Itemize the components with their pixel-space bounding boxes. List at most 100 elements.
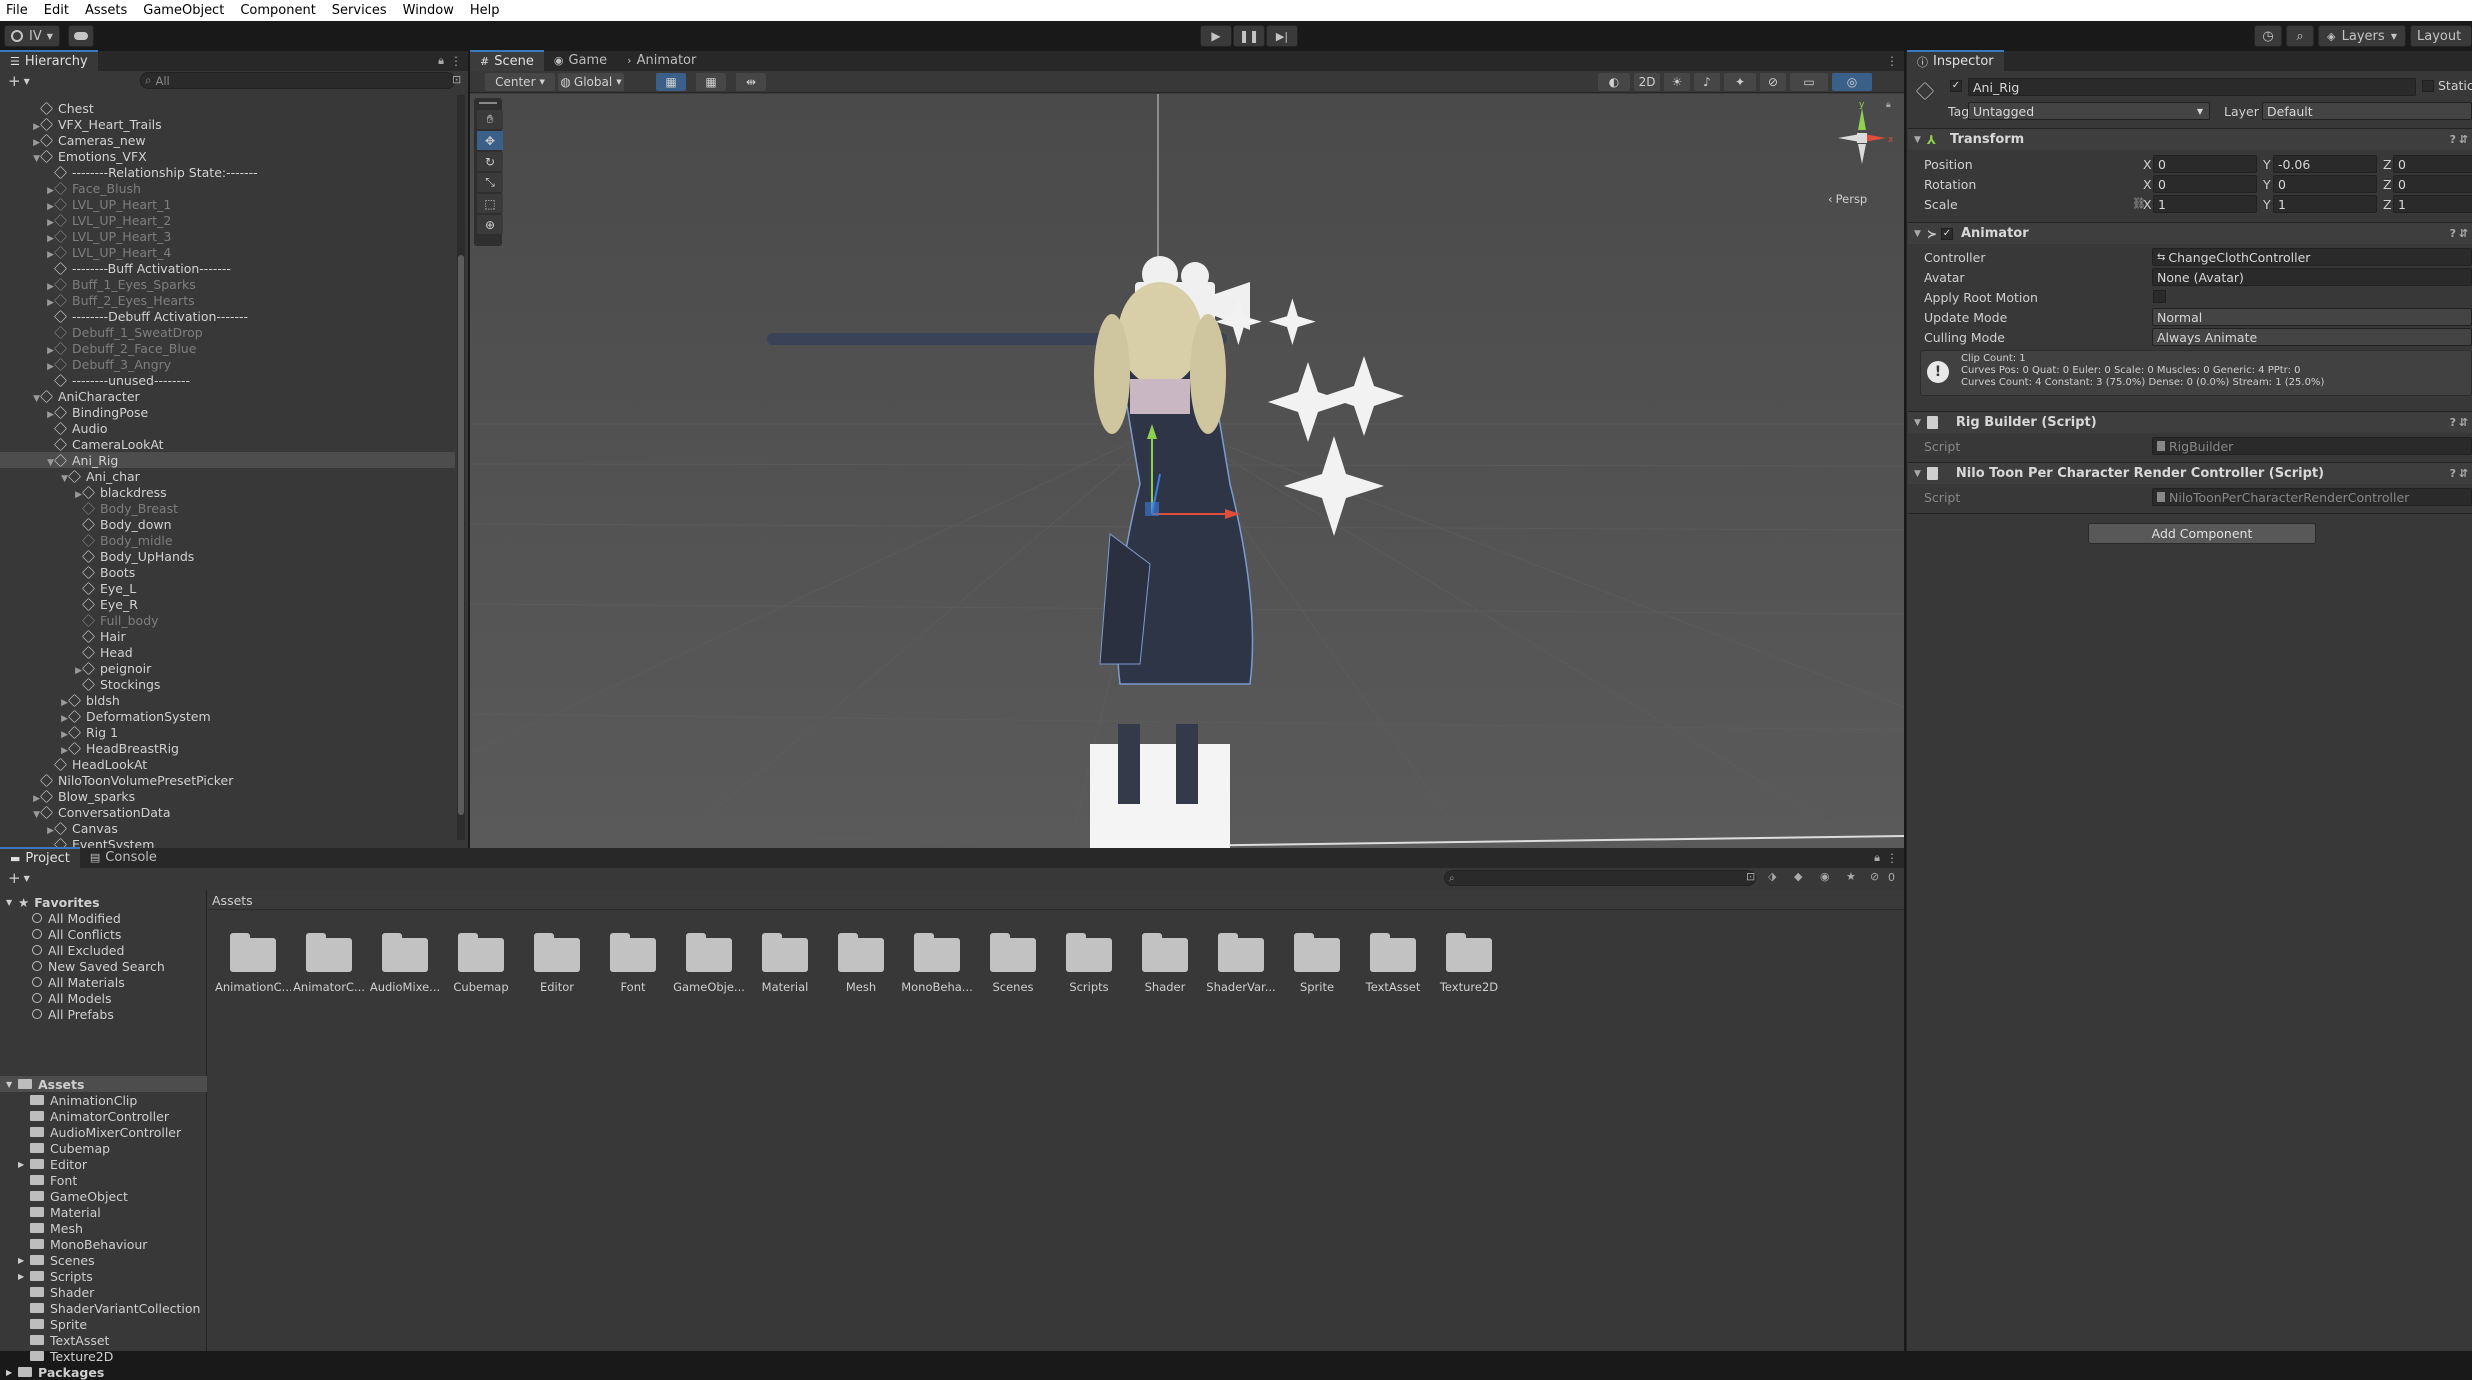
project-search-input[interactable]: ⌕ xyxy=(1444,870,1756,886)
position-y-field[interactable]: -0.06 xyxy=(2273,155,2377,173)
asset-tree-item[interactable]: ▶ Scripts xyxy=(0,1268,207,1284)
scene-visibility-icon[interactable]: ⊡ xyxy=(452,73,461,86)
move-tool[interactable]: ✥ xyxy=(477,131,503,150)
asset-folder-tile[interactable]: TextAsset xyxy=(1355,928,1431,998)
rotation-y-field[interactable]: 0 xyxy=(2273,175,2377,193)
asset-tree-item[interactable]: ShaderVariantCollection xyxy=(0,1300,207,1316)
expanded-arrow-icon[interactable]: ▼ xyxy=(6,898,18,907)
position-z-axis-label[interactable]: Z xyxy=(2383,157,2392,172)
hierarchy-row[interactable]: --------Relationship State:------- xyxy=(0,164,258,180)
add-icon[interactable]: + xyxy=(8,72,21,90)
help-icon[interactable]: ? xyxy=(2450,133,2456,146)
expanded-arrow-icon[interactable]: ▼ xyxy=(6,1080,18,1089)
add-component-button[interactable]: Add Component xyxy=(2088,523,2316,544)
collapsed-arrow-icon[interactable]: ▶ xyxy=(42,202,54,212)
collapsed-arrow-icon[interactable]: ▶ xyxy=(18,1256,30,1265)
collapsed-arrow-icon[interactable]: ▶ xyxy=(18,1272,30,1281)
menu-item-help[interactable]: Help xyxy=(470,3,500,18)
asset-tree-item[interactable]: AnimatorController xyxy=(0,1108,207,1124)
active-checkbox[interactable]: ✓ xyxy=(1950,80,1962,92)
favorite-item[interactable]: All Modified xyxy=(0,910,207,926)
scene-viewport[interactable]: ✋︎ ✥ ↻ ⤡ ⬚ ⊕ x y 🔒︎ ‹ Persp xyxy=(470,94,1904,848)
hierarchy-scroll-thumb[interactable] xyxy=(458,255,464,815)
layout-dropdown[interactable]: Layout xyxy=(2410,25,2472,47)
avatar-field[interactable]: None (Avatar) xyxy=(2152,268,2472,286)
hierarchy-row[interactable]: Body_midle xyxy=(0,532,173,548)
rotation-x-axis-label[interactable]: X xyxy=(2143,177,2152,192)
position-x-axis-label[interactable]: X xyxy=(2143,157,2152,172)
settings-icon[interactable]: ⇵ xyxy=(2459,416,2468,429)
hierarchy-row[interactable]: ▶ Cameras_new xyxy=(0,132,146,148)
asset-tree-item[interactable]: Sprite xyxy=(0,1316,207,1332)
position-y-axis-label[interactable]: Y xyxy=(2263,157,2271,172)
hierarchy-row[interactable]: Body_Breast xyxy=(0,500,178,516)
hierarchy-row[interactable]: HeadLookAt xyxy=(0,756,147,772)
increment-snap-button[interactable]: ▦ xyxy=(696,73,726,91)
transform-tool[interactable]: ⊕ xyxy=(477,215,503,234)
hierarchy-row[interactable]: CameraLookAt xyxy=(0,436,164,452)
hierarchy-row[interactable]: Audio xyxy=(0,420,108,436)
space-dropdown[interactable]: ◍ Global ▼ xyxy=(558,73,624,91)
animator-enabled-checkbox[interactable]: ✓ xyxy=(1940,227,1953,240)
hierarchy-row[interactable]: Body_down xyxy=(0,516,172,532)
draw-mode-button[interactable]: ◐ xyxy=(1598,73,1630,91)
hierarchy-row[interactable]: ▶ Blow_sparks xyxy=(0,788,135,804)
asset-folder-tile[interactable]: Texture2D xyxy=(1431,928,1507,998)
package-filter-icon[interactable]: ◉ xyxy=(1820,870,1830,883)
rotation-x-field[interactable]: 0 xyxy=(2153,175,2257,193)
collapsed-arrow-icon[interactable]: ▶ xyxy=(6,1368,18,1377)
cloud-button[interactable] xyxy=(68,25,94,47)
settings-icon[interactable]: ⇵ xyxy=(2459,133,2468,146)
collapsed-arrow-icon[interactable]: ▶ xyxy=(42,298,54,308)
collapsed-arrow-icon[interactable]: ▶ xyxy=(28,122,40,132)
asset-tree-item[interactable]: ▶ Scenes xyxy=(0,1252,207,1268)
scale-y-field[interactable]: 1 xyxy=(2273,195,2377,213)
hierarchy-row[interactable]: ▶ LVL_UP_Heart_2 xyxy=(0,212,171,228)
hierarchy-row[interactable]: Boots xyxy=(0,564,135,580)
more-options-icon[interactable]: ⋮ xyxy=(1886,851,1898,865)
hierarchy-scrollbar[interactable] xyxy=(457,95,465,840)
filter-label-icon[interactable]: ⬗ xyxy=(1768,870,1776,883)
asset-folder-tile[interactable]: Scripts xyxy=(1051,928,1127,998)
lighting-toggle[interactable]: ☀ xyxy=(1664,73,1690,91)
camera-settings-dropdown[interactable]: ▭ xyxy=(1790,73,1828,91)
tab-game[interactable]: ◉ Game xyxy=(544,50,617,71)
assets-root[interactable]: ▼ Assets xyxy=(0,1076,207,1092)
culling-mode-dropdown[interactable]: Always Animate xyxy=(2152,328,2472,346)
hierarchy-row[interactable]: ▶ Rig 1 xyxy=(0,724,118,740)
collapsed-arrow-icon[interactable]: ▶ xyxy=(42,410,54,420)
hierarchy-row[interactable]: ▶ LVL_UP_Heart_4 xyxy=(0,244,171,260)
asset-folder-tile[interactable]: ShaderVar... xyxy=(1203,928,1279,998)
menu-item-assets[interactable]: Assets xyxy=(85,3,127,18)
scale-y-axis-label[interactable]: Y xyxy=(2263,197,2271,212)
hierarchy-row[interactable]: ▶ Canvas xyxy=(0,820,118,836)
hierarchy-row[interactable]: ▶ Debuff_3_Angry xyxy=(0,356,171,372)
asset-tree-item[interactable]: GameObject xyxy=(0,1188,207,1204)
hierarchy-row[interactable]: ▶ LVL_UP_Heart_1 xyxy=(0,196,171,212)
hierarchy-row[interactable]: ▶ bldsh xyxy=(0,692,120,708)
search-button[interactable]: ⌕ xyxy=(2286,25,2314,47)
chevron-down-icon[interactable]: ▼ xyxy=(24,77,30,86)
animator-header[interactable]: ▼ ≻ ✓ Animator ? ⇵ xyxy=(1908,222,2472,244)
lock-icon[interactable]: 🔒︎ xyxy=(438,54,444,68)
asset-tree-item[interactable]: ▶ Editor xyxy=(0,1156,207,1172)
packages-root[interactable]: ▶ Packages xyxy=(0,1364,207,1380)
rotation-z-field[interactable]: 0 xyxy=(2393,175,2472,193)
collapsed-arrow-icon[interactable]: ▶ xyxy=(42,234,54,244)
expanded-arrow-icon[interactable]: ▼ xyxy=(42,458,54,468)
hierarchy-row[interactable]: Stockings xyxy=(0,676,160,692)
collapsed-arrow-icon[interactable]: ▶ xyxy=(42,282,54,292)
asset-folder-tile[interactable]: Material xyxy=(747,928,823,998)
asset-folder-tile[interactable]: AnimatorC... xyxy=(291,928,367,998)
hierarchy-row[interactable]: Eye_R xyxy=(0,596,138,612)
hierarchy-row[interactable]: --------Debuff Activation------- xyxy=(0,308,248,324)
hierarchy-row[interactable]: ▶ Debuff_2_Face_Blue xyxy=(0,340,196,356)
hidden-objects-toggle[interactable]: ⊘ xyxy=(1760,73,1786,91)
breadcrumb-assets[interactable]: Assets xyxy=(212,893,253,908)
asset-folder-tile[interactable]: Shader xyxy=(1127,928,1203,998)
hierarchy-row[interactable]: ▶ DeformationSystem xyxy=(0,708,211,724)
hierarchy-row[interactable]: Chest xyxy=(0,100,94,116)
hierarchy-row[interactable]: Full_body xyxy=(0,612,159,628)
asset-folder-tile[interactable]: Sprite xyxy=(1279,928,1355,998)
update-mode-dropdown[interactable]: Normal xyxy=(2152,308,2472,326)
